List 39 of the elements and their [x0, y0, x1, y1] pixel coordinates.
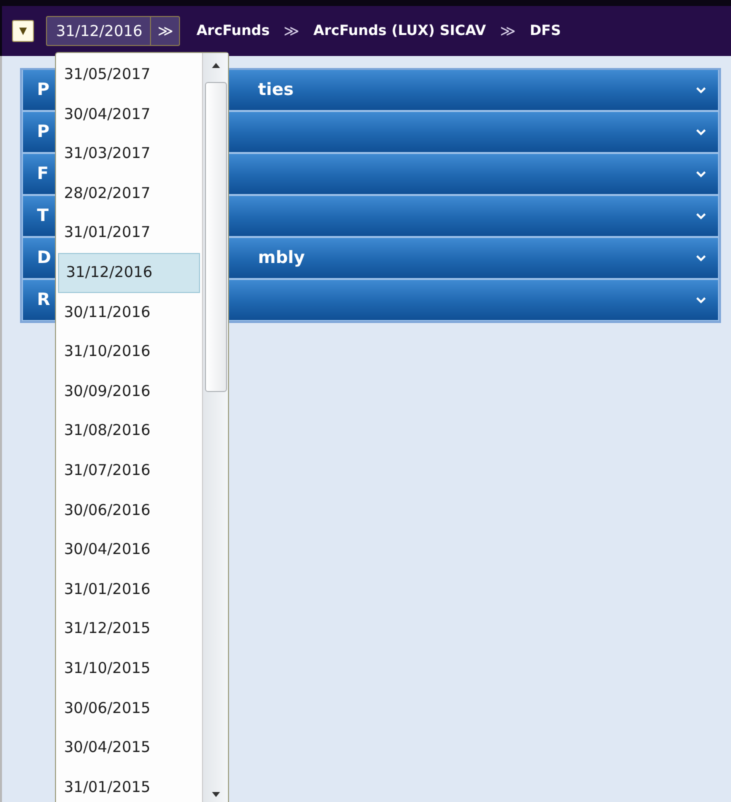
- section-title: ties: [258, 80, 294, 100]
- breadcrumb-link[interactable]: ArcFunds (LUX) SICAV: [313, 23, 486, 39]
- breadcrumb-separator: ≫: [284, 22, 300, 40]
- date-value: 31/12/2016: [55, 21, 144, 42]
- date-option[interactable]: 31/10/2015: [56, 648, 200, 688]
- dropdown-expander[interactable]: ≫: [150, 17, 180, 45]
- section-title: R: [37, 290, 50, 310]
- section-title: P: [37, 80, 50, 100]
- date-option[interactable]: 31/07/2016: [56, 450, 200, 491]
- date-option[interactable]: 31/12/2015: [56, 609, 200, 649]
- section-title: D: [37, 248, 52, 268]
- date-option[interactable]: 30/04/2016: [56, 530, 200, 570]
- date-option[interactable]: 31/01/2015: [56, 768, 200, 802]
- chevron-icon: [696, 86, 706, 94]
- date-option[interactable]: 31/01/2016: [56, 570, 200, 610]
- breadcrumb-separator: ≫: [500, 22, 516, 40]
- date-option[interactable]: 31/10/2016: [56, 332, 200, 372]
- chevron-icon: [696, 170, 706, 178]
- breadcrumb-link[interactable]: DFS: [530, 23, 561, 39]
- date-option[interactable]: 30/06/2015: [56, 688, 200, 728]
- section-title: F: [37, 164, 49, 184]
- section-title: T: [37, 206, 49, 226]
- scroll-down-icon[interactable]: [212, 792, 220, 797]
- collapse-toggle-button[interactable]: ▼: [12, 20, 34, 42]
- date-option[interactable]: 31/12/2016: [58, 252, 200, 293]
- chevron-icon: [696, 212, 706, 220]
- section-title: mbly: [258, 248, 305, 268]
- chevron-icon: [696, 128, 706, 136]
- scrollbar[interactable]: [202, 53, 228, 802]
- date-option[interactable]: 30/06/2016: [56, 490, 200, 530]
- breadcrumb-link[interactable]: ArcFunds: [196, 23, 270, 39]
- date-option[interactable]: 30/09/2016: [56, 372, 200, 412]
- date-dropdown-field[interactable]: 31/12/2016 ≫: [46, 16, 180, 46]
- chevron-icon: [696, 254, 706, 262]
- scrollbar-thumb[interactable]: [204, 82, 226, 392]
- date-option[interactable]: 30/04/2015: [56, 728, 200, 768]
- date-option[interactable]: 31/08/2016: [56, 411, 200, 451]
- chevron-icon: [696, 296, 706, 304]
- section-title: P: [37, 122, 50, 142]
